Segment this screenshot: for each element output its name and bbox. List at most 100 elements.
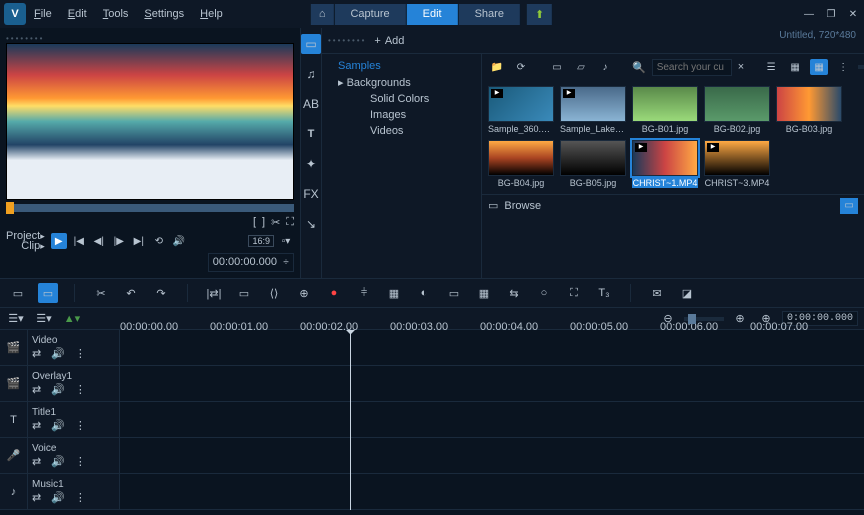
aspect-selector[interactable]: 16:9 bbox=[248, 235, 274, 247]
minimize-button[interactable]: — bbox=[802, 7, 816, 21]
thumb-size-slider[interactable] bbox=[858, 65, 864, 69]
menu-tools[interactable]: Tools bbox=[103, 8, 129, 20]
fx-tab-icon[interactable]: FX bbox=[301, 184, 321, 204]
track-mute-icon[interactable]: 🔊 bbox=[51, 455, 65, 468]
home-button[interactable]: ⌂ bbox=[311, 4, 335, 25]
thumbnail[interactable]: BG-B03.jpg bbox=[776, 86, 842, 134]
preview-viewport[interactable] bbox=[6, 43, 294, 200]
filter-photo-icon[interactable]: ▱ bbox=[572, 59, 590, 75]
view-detail-icon[interactable]: ▦ bbox=[786, 59, 804, 75]
track-opts1-icon[interactable]: ☰▾ bbox=[6, 309, 26, 329]
tool1-icon[interactable]: |⇄| bbox=[204, 283, 224, 303]
view-list-icon[interactable]: ☰ bbox=[762, 59, 780, 75]
track-link-icon[interactable]: ⇄ bbox=[32, 455, 41, 468]
clear-search-icon[interactable]: × bbox=[738, 61, 744, 73]
track-link-icon[interactable]: ⇄ bbox=[32, 383, 41, 396]
volume-icon[interactable]: 🔊 bbox=[171, 233, 187, 249]
track-link-icon[interactable]: ⇄ bbox=[32, 419, 41, 432]
browse-label[interactable]: Browse bbox=[504, 200, 541, 212]
track-mute-icon[interactable]: 🔊 bbox=[51, 419, 65, 432]
timeline-view2-icon[interactable]: ▭ bbox=[860, 198, 864, 214]
add-button[interactable]: + Add bbox=[374, 35, 404, 47]
media-tab-icon[interactable]: ▭ bbox=[301, 34, 321, 54]
tool3-icon[interactable]: ⟨⟩ bbox=[264, 283, 284, 303]
timecode-display[interactable]: 00:00:00.000 ÷ bbox=[208, 253, 294, 272]
menu-file[interactable]: File bbox=[34, 8, 52, 20]
tree-images[interactable]: Images bbox=[322, 107, 481, 123]
track-area[interactable] bbox=[120, 438, 864, 473]
loop-button[interactable]: ⟲ bbox=[151, 233, 167, 249]
track-mute-icon[interactable]: 🔊 bbox=[51, 347, 65, 360]
color-tool-icon[interactable]: ● bbox=[324, 283, 344, 303]
settings-icon[interactable]: ▫▾ bbox=[278, 233, 294, 249]
step-back-button[interactable]: ◀| bbox=[91, 233, 107, 249]
filter-video-icon[interactable]: ▭ bbox=[548, 59, 566, 75]
tool10-icon[interactable]: ▦ bbox=[474, 283, 494, 303]
track-area[interactable] bbox=[120, 402, 864, 437]
view-thumb-icon[interactable]: ▦ bbox=[810, 59, 828, 75]
mode-share[interactable]: Share bbox=[459, 4, 521, 25]
tool4-icon[interactable]: ⊕ bbox=[294, 283, 314, 303]
filter-audio-icon[interactable]: ♪ bbox=[596, 59, 614, 75]
graphic-tab-icon[interactable]: ✦ bbox=[301, 154, 321, 174]
storyboard-icon[interactable]: ▭ bbox=[8, 283, 28, 303]
playhead[interactable] bbox=[350, 330, 351, 510]
tree-samples[interactable]: Samples bbox=[322, 58, 481, 74]
menu-edit[interactable]: Edit bbox=[68, 8, 87, 20]
tool14-icon[interactable]: T₃ bbox=[594, 283, 614, 303]
preview-scrubber[interactable] bbox=[6, 204, 294, 212]
browse-toggle-icon[interactable]: ▭ bbox=[488, 199, 498, 212]
zoom-in-button[interactable]: ⊕ bbox=[730, 309, 750, 329]
tool9-icon[interactable]: ▭ bbox=[444, 283, 464, 303]
tool12-icon[interactable]: ○ bbox=[534, 283, 554, 303]
track-opts-icon[interactable]: ⋮ bbox=[75, 419, 86, 432]
menu-help[interactable]: Help bbox=[200, 8, 223, 20]
tool15-icon[interactable]: ✉ bbox=[647, 283, 667, 303]
undo-button[interactable]: ↶ bbox=[121, 283, 141, 303]
path-tab-icon[interactable]: ↘ bbox=[301, 214, 321, 234]
play-button[interactable]: ▶ bbox=[51, 233, 67, 249]
track-opts2-icon[interactable]: ☰▾ bbox=[34, 309, 54, 329]
close-button[interactable]: ✕ bbox=[846, 7, 860, 21]
track-mute-icon[interactable]: 🔊 bbox=[51, 383, 65, 396]
track-link-icon[interactable]: ⇄ bbox=[32, 347, 41, 360]
search-input[interactable] bbox=[652, 59, 732, 76]
tree-backgrounds[interactable]: ▸ Backgrounds bbox=[322, 74, 481, 91]
timeline-icon[interactable]: ▭ bbox=[38, 283, 58, 303]
mark-out-icon[interactable]: ] bbox=[262, 216, 265, 229]
restore-button[interactable]: ❐ bbox=[824, 7, 838, 21]
import-icon[interactable]: 📁 bbox=[488, 59, 506, 75]
refresh-icon[interactable]: ⟳ bbox=[512, 59, 530, 75]
goto-start-button[interactable]: |◀ bbox=[71, 233, 87, 249]
track-area[interactable] bbox=[120, 366, 864, 401]
zoom-slider[interactable] bbox=[684, 317, 724, 321]
track-opts-icon[interactable]: ⋮ bbox=[75, 347, 86, 360]
thumbnail[interactable]: ▶Sample_Lake.m... bbox=[560, 86, 626, 134]
tool8-icon[interactable]: ◐ bbox=[414, 283, 434, 303]
menu-settings[interactable]: Settings bbox=[144, 8, 184, 20]
redo-button[interactable]: ↷ bbox=[151, 283, 171, 303]
thumbnail[interactable]: BG-B05.jpg bbox=[560, 140, 626, 188]
mode-capture[interactable]: Capture bbox=[334, 4, 406, 25]
tools-icon[interactable]: ✂ bbox=[91, 283, 111, 303]
tool11-icon[interactable]: ⇆ bbox=[504, 283, 524, 303]
audio-tab-icon[interactable]: ♫ bbox=[301, 64, 321, 84]
track-opts-icon[interactable]: ⋮ bbox=[75, 455, 86, 468]
tool6-icon[interactable]: ⫩ bbox=[354, 283, 374, 303]
title-tab-icon[interactable]: T bbox=[301, 124, 321, 144]
tree-solidcolors[interactable]: Solid Colors bbox=[322, 91, 481, 107]
track-area[interactable] bbox=[120, 474, 864, 509]
mode-edit[interactable]: Edit bbox=[407, 4, 459, 25]
tree-videos[interactable]: Videos bbox=[322, 123, 481, 139]
step-fwd-button[interactable]: |▶ bbox=[111, 233, 127, 249]
split-icon[interactable]: ✂ bbox=[271, 216, 280, 229]
goto-end-button[interactable]: ▶| bbox=[131, 233, 147, 249]
tool7-icon[interactable]: ▦ bbox=[384, 283, 404, 303]
track-link-icon[interactable]: ⇄ bbox=[32, 491, 41, 504]
tool16-icon[interactable]: ◪ bbox=[677, 283, 697, 303]
track-area[interactable] bbox=[120, 330, 864, 365]
track-mute-icon[interactable]: 🔊 bbox=[51, 491, 65, 504]
expand-icon[interactable]: ⛶ bbox=[286, 216, 294, 229]
thumbnail[interactable]: BG-B04.jpg bbox=[488, 140, 554, 188]
thumbnail[interactable]: ▶CHRIST~3.MP4 bbox=[704, 140, 770, 188]
